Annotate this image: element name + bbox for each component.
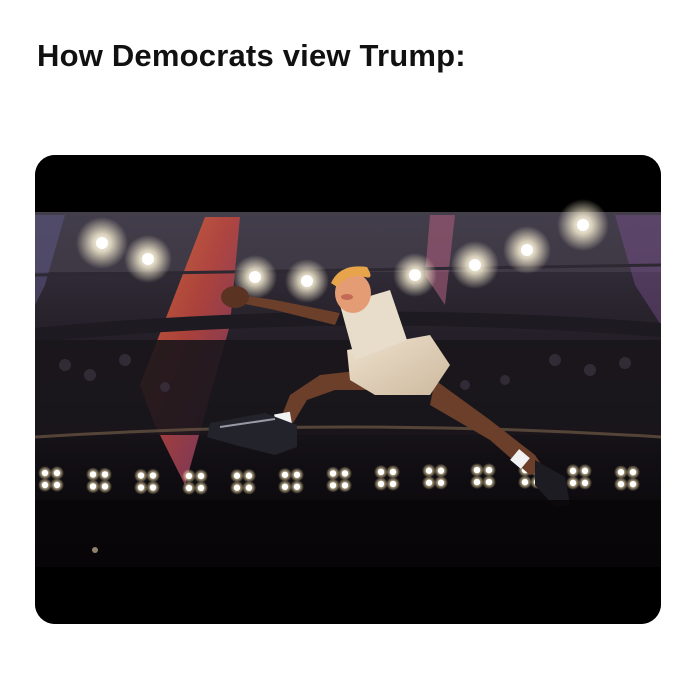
video-frame[interactable] — [35, 155, 661, 624]
dunk-scene-image — [35, 155, 661, 624]
post-caption: How Democrats view Trump: — [37, 38, 466, 73]
